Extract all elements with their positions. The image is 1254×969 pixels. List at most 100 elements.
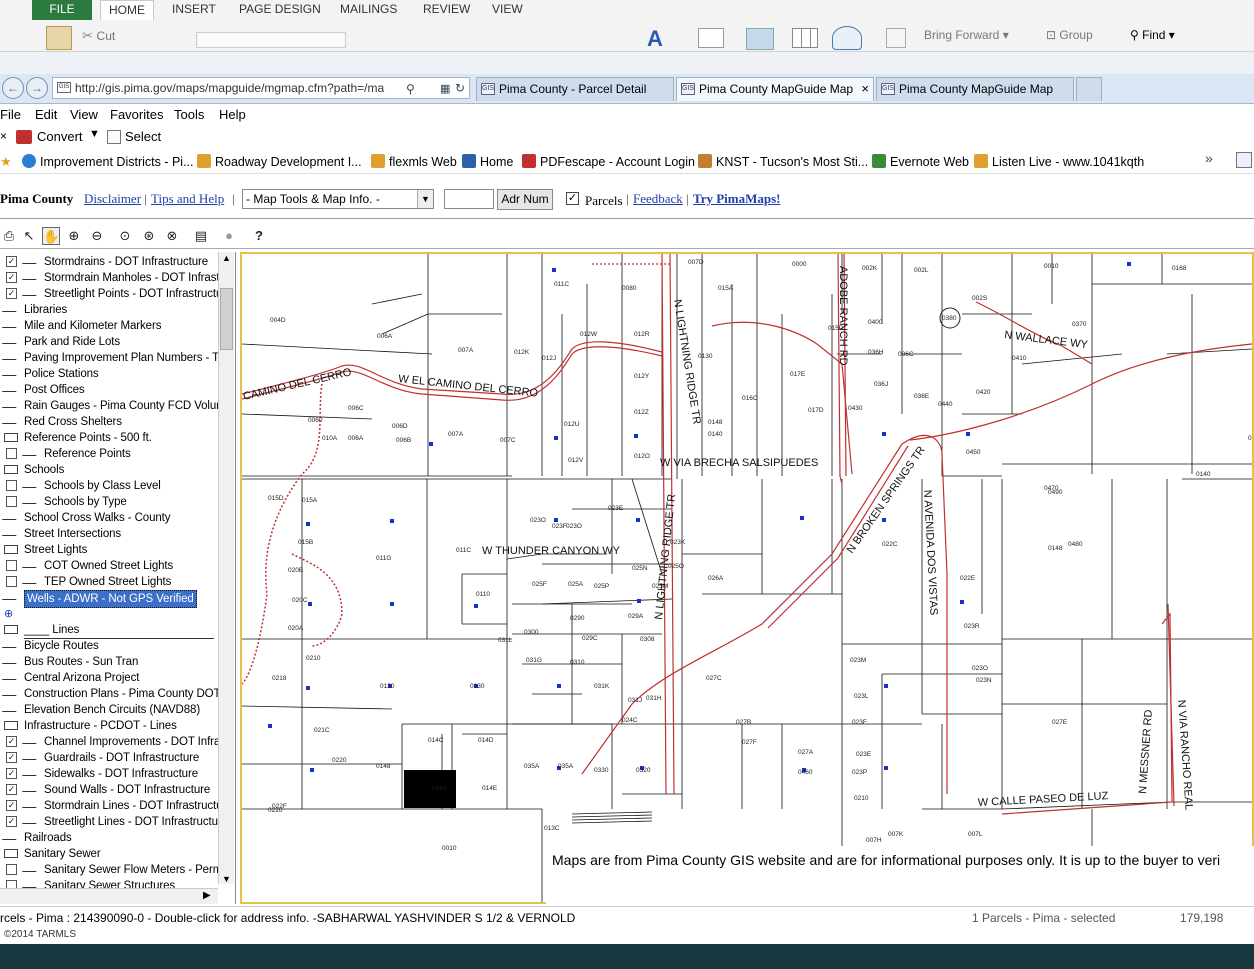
bring-forward-button[interactable]: Bring Forward ▾	[924, 28, 1009, 42]
tab-page-design[interactable]: PAGE DESIGN	[239, 0, 321, 20]
tab-mapguide-map-active[interactable]: GIS Pima County MapGuide Map ×	[676, 77, 874, 101]
layer-item[interactable]: Rain Gauges - Pima County FCD Volunte	[0, 398, 232, 414]
layer-item[interactable]: Reference Points - 500 ft.	[0, 430, 218, 446]
more-favorites-icon[interactable]: »	[1205, 150, 1213, 166]
pan-hand-icon[interactable]: ✋	[42, 227, 60, 245]
print-icon[interactable]: ⎙	[0, 227, 18, 245]
layer-item[interactable]: Park and Ride Lots	[0, 334, 218, 350]
menu-file[interactable]: File	[0, 107, 21, 122]
layer-item[interactable]: ✓ Sidewalks - DOT Infrastructure	[0, 766, 218, 782]
styles-icon[interactable]: A	[647, 26, 663, 52]
tab-insert[interactable]: INSERT	[172, 0, 216, 20]
layer-item[interactable]: Reference Points	[0, 446, 218, 462]
picture-icon[interactable]	[746, 28, 774, 50]
text-box-icon[interactable]	[698, 28, 724, 48]
select-button[interactable]: Select	[125, 129, 161, 144]
layer-checkbox[interactable]	[6, 480, 17, 491]
menu-favorites[interactable]: Favorites	[110, 107, 163, 122]
parcel-map-canvas[interactable]: 004D 006A 007A 012K 012J 012W 012R 012Y 011C 0080…	[242, 254, 1252, 902]
buffer-icon[interactable]: ●	[220, 227, 238, 245]
adr-num-button[interactable]: Adr Num	[497, 189, 553, 210]
zoom-selected-icon[interactable]: ⊛	[140, 227, 158, 245]
layer-checkbox[interactable]: ✓	[6, 256, 17, 267]
disclaimer-link[interactable]: Disclaimer	[84, 191, 141, 207]
layer-item[interactable]: Post Offices	[0, 382, 218, 398]
new-tab-button[interactable]	[1076, 77, 1102, 101]
scroll-thumb[interactable]	[220, 288, 233, 350]
scroll-up-icon[interactable]: ▲	[220, 253, 233, 267]
layer-item[interactable]: Police Stations	[0, 366, 218, 382]
tab-view[interactable]: VIEW	[492, 0, 523, 20]
menu-view[interactable]: View	[70, 107, 98, 122]
layer-item[interactable]: Bicycle Routes	[0, 638, 218, 654]
layer-item[interactable]: ____ Lines	[0, 622, 218, 639]
map-report-icon[interactable]: ▤	[192, 227, 210, 245]
parcels-checkbox[interactable]: ✓	[566, 192, 579, 205]
layer-checkbox[interactable]: ✓	[6, 800, 17, 811]
favorite-link[interactable]: PDFescape - Account Login	[522, 154, 695, 169]
group-button[interactable]: ⊡ Group	[1046, 28, 1093, 42]
refresh-icon[interactable]: ↻	[455, 81, 465, 95]
layer-item[interactable]: Elevation Bench Circuits (NAVD88)	[0, 702, 218, 718]
layer-item[interactable]: School Cross Walks - County	[0, 510, 218, 526]
layer-item[interactable]: ⊕	[0, 606, 218, 622]
favorites-star-icon[interactable]: ★	[0, 154, 12, 170]
menu-edit[interactable]: Edit	[35, 107, 57, 122]
layer-item[interactable]: Schools by Type	[0, 494, 218, 510]
layer-item[interactable]: Bus Routes - Sun Tran	[0, 654, 218, 670]
layer-checkbox[interactable]: ✓	[6, 288, 17, 299]
layer-item[interactable]: ✓ Sound Walls - DOT Infrastructure	[0, 782, 218, 798]
layer-item[interactable]: ✓ Streetlight Lines - DOT Infrastructure	[0, 814, 228, 830]
close-icon[interactable]: ×	[0, 129, 7, 143]
layer-item[interactable]: COT Owned Street Lights	[0, 558, 218, 574]
layer-item[interactable]: ✓ Stormdrain Manholes - DOT Infrastru	[0, 270, 230, 286]
layer-checkbox[interactable]: ✓	[6, 736, 17, 747]
tab-review[interactable]: REVIEW	[423, 0, 470, 20]
tab-parcel-detail[interactable]: GIS Pima County - Parcel Detail	[476, 77, 674, 101]
favorite-link[interactable]: KNST - Tucson's Most Sti...	[698, 154, 868, 169]
select-arrow-icon[interactable]: ↖	[20, 227, 38, 245]
layer-checkbox[interactable]: ✓	[6, 816, 17, 827]
layer-list-vertical-scrollbar[interactable]: ▲ ▼	[218, 252, 234, 884]
convert-dropdown-icon[interactable]: ▼	[89, 128, 100, 140]
forward-icon[interactable]: →	[26, 77, 48, 99]
layer-item[interactable]: Street Intersections	[0, 526, 218, 542]
favorite-link[interactable]: Roadway Development I...	[197, 154, 362, 169]
paste-icon[interactable]	[46, 26, 72, 50]
map-tools-select[interactable]: - Map Tools & Map Info. - ▼	[242, 189, 434, 209]
layer-item[interactable]: ✓ Channel Improvements - DOT Infrast	[0, 734, 229, 750]
clear-selection-icon[interactable]: ⊗	[163, 227, 181, 245]
layer-checkbox[interactable]: ✓	[6, 752, 17, 763]
layer-item[interactable]: Sanitary Sewer	[0, 846, 218, 862]
scroll-down-icon[interactable]: ▼	[220, 874, 233, 884]
tab-home[interactable]: HOME	[100, 0, 154, 20]
layer-checkbox[interactable]	[6, 448, 17, 459]
feedback-link[interactable]: Feedback	[633, 191, 683, 207]
layer-list-horizontal-scrollbar[interactable]: ▶	[0, 888, 218, 904]
menu-help[interactable]: Help	[219, 107, 246, 122]
layer-item[interactable]: Sanitary Sewer Flow Meters - Perma	[0, 862, 229, 878]
back-icon[interactable]: ←	[2, 77, 24, 99]
favorite-link[interactable]: Evernote Web	[872, 154, 969, 169]
layer-checkbox[interactable]: ✓	[6, 272, 17, 283]
layer-item[interactable]: Construction Plans - Pima County DOT	[0, 686, 221, 702]
layer-item[interactable]: ✓ Guardrails - DOT Infrastructure	[0, 750, 218, 766]
layer-item[interactable]: Paving Improvement Plan Numbers - Tuc	[0, 350, 231, 366]
zoom-out-icon[interactable]: ⊖	[88, 227, 106, 245]
menu-tools[interactable]: Tools	[174, 107, 204, 122]
layer-item[interactable]: Railroads	[0, 830, 218, 846]
layer-item[interactable]: Street Lights	[0, 542, 218, 558]
cut-button[interactable]: ✂ Cut	[82, 28, 115, 44]
convert-button[interactable]: Convert	[37, 129, 83, 144]
layer-checkbox[interactable]: ✓	[6, 768, 17, 779]
wrap-text-icon[interactable]	[886, 28, 906, 48]
layer-item[interactable]: Red Cross Shelters	[0, 414, 218, 430]
selected-parcel-shape[interactable]	[404, 770, 456, 808]
layer-item[interactable]: ✓ Stormdrains - DOT Infrastructure	[0, 254, 218, 270]
help-icon[interactable]: ?	[250, 227, 268, 245]
layer-checkbox[interactable]	[6, 496, 17, 507]
layer-item[interactable]: ✓ Stormdrain Lines - DOT Infrastructure	[0, 798, 233, 814]
search-icon[interactable]: ⚲	[406, 82, 415, 96]
shapes-icon[interactable]	[832, 26, 862, 50]
font-select[interactable]	[196, 32, 346, 48]
